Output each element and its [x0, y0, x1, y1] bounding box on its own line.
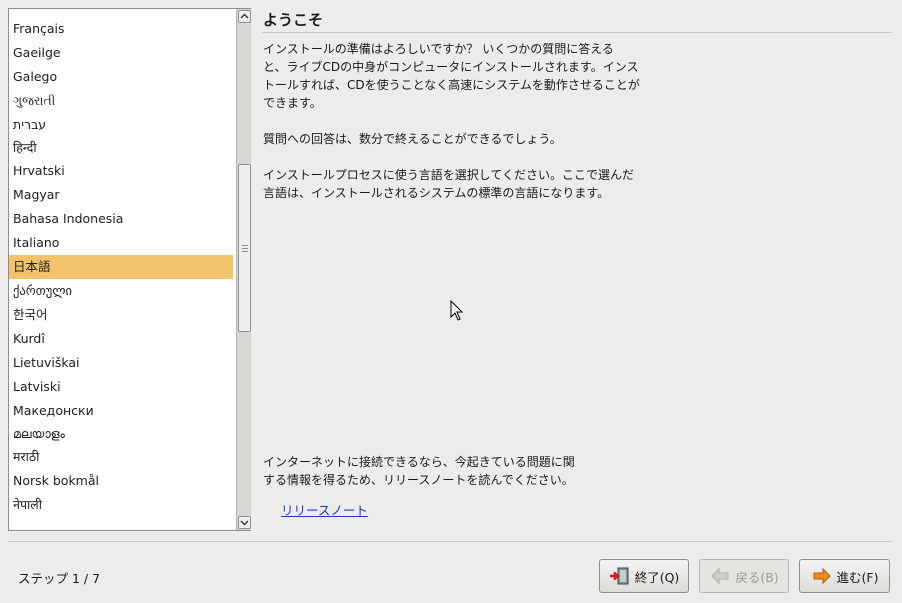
language-item[interactable]: Français — [9, 17, 233, 41]
language-item[interactable]: മലയാളം — [9, 423, 233, 445]
language-item[interactable]: हिन्दी — [9, 137, 233, 159]
release-notes-link[interactable]: リリースノート — [281, 500, 368, 519]
duration-paragraph: 質問への回答は、数分で終えることができるでしょう。 — [263, 132, 562, 146]
scroll-up-button[interactable] — [238, 10, 251, 23]
language-item[interactable]: Lietuviškai — [9, 351, 233, 375]
intro-paragraph: インストールの準備はよろしいですか？ いくつかの質問に答える と、ライブCDの中… — [263, 42, 640, 110]
arrow-right-icon — [813, 567, 831, 585]
exit-door-icon — [609, 567, 629, 585]
language-item[interactable]: 한국어 — [9, 303, 233, 327]
quit-button[interactable]: 終了(Q) — [599, 559, 689, 593]
title-divider — [262, 32, 892, 33]
footer-divider — [8, 541, 892, 542]
language-item[interactable]: Norsk bokmål — [9, 469, 233, 493]
language-item[interactable]: Italiano — [9, 231, 233, 255]
language-item[interactable]: Latviski — [9, 375, 233, 399]
language-item[interactable]: Hrvatski — [9, 159, 233, 183]
language-item[interactable]: Galego — [9, 65, 233, 89]
scroll-down-button[interactable] — [238, 516, 251, 529]
language-item[interactable]: Bahasa Indonesia — [9, 207, 233, 231]
grip-icon — [242, 245, 248, 252]
forward-button[interactable]: 進む(F) — [799, 559, 890, 593]
language-item[interactable]: मराठी — [9, 445, 233, 469]
language-item[interactable]: עברית — [9, 113, 233, 137]
page-title: ようこそ — [263, 11, 324, 29]
chevron-up-icon — [240, 13, 249, 19]
release-notes-paragraph: インターネットに接続できるなら、今起きている問題に関 する情報を得るため、リリー… — [263, 455, 575, 487]
quit-button-label: 終了(Q) — [634, 569, 680, 585]
language-item[interactable]: Македонски — [9, 399, 233, 423]
arrow-left-icon — [711, 567, 729, 585]
language-item[interactable]: 日本語 — [9, 255, 233, 279]
language-hint-paragraph: インストールプロセスに使う言語を選択してください。ここで選んだ 言語は、インスト… — [263, 168, 635, 200]
language-item[interactable]: Kurdî — [9, 327, 233, 351]
language-list-scrollbar[interactable] — [236, 9, 251, 530]
language-list-panel: Français Gaeilge Galego ગુજરાતી עברית हिन्दी H… — [8, 8, 251, 531]
forward-button-label: 進む(F) — [836, 569, 879, 585]
language-item[interactable]: Magyar — [9, 183, 233, 207]
step-indicator: ステップ 1 / 7 — [18, 571, 101, 586]
language-item[interactable]: ქართული — [9, 279, 233, 303]
chevron-down-icon — [240, 520, 249, 526]
language-list[interactable]: Français Gaeilge Galego ગુજરાતી עברית हिन्दी H… — [9, 9, 233, 530]
language-item[interactable]: नेपाली — [9, 493, 233, 517]
mouse-pointer-icon — [450, 300, 464, 321]
back-button[interactable]: 戻る(B) — [699, 559, 789, 593]
language-item[interactable]: ગુજરાતી — [9, 89, 233, 113]
language-item[interactable]: Gaeilge — [9, 41, 233, 65]
scrollbar-thumb[interactable] — [238, 164, 251, 332]
back-button-label: 戻る(B) — [735, 569, 779, 585]
